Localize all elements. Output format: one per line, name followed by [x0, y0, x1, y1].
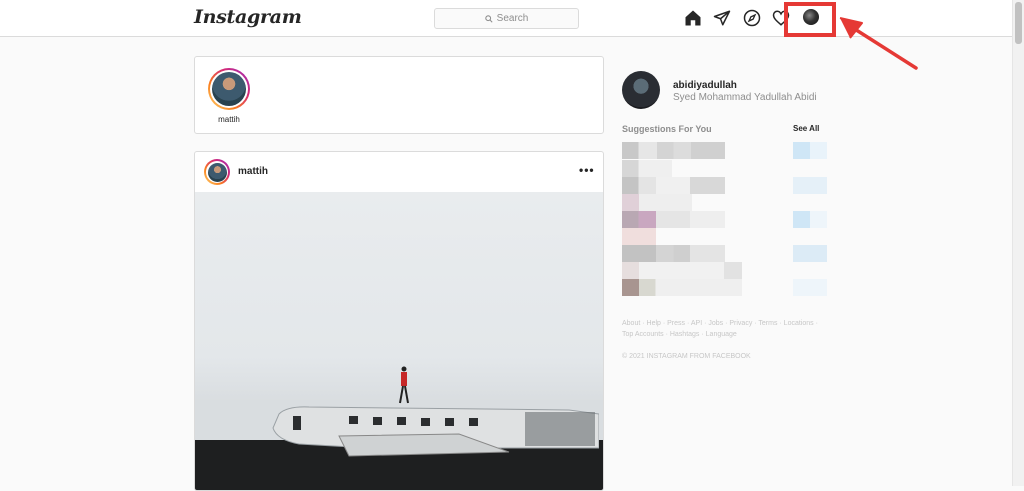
- copyright-text: © 2021 INSTAGRAM FROM FACEBOOK: [622, 353, 751, 360]
- post-username[interactable]: mattih: [238, 166, 268, 177]
- suggestions-title: Suggestions For You: [622, 124, 712, 134]
- story-username[interactable]: mattih: [205, 115, 253, 124]
- footer-links[interactable]: About · Help · Press · API · Jobs · Priv…: [622, 318, 822, 340]
- direct-icon[interactable]: [713, 9, 731, 27]
- follow-button[interactable]: [793, 279, 827, 296]
- suggestion-item: [622, 194, 692, 211]
- see-all-link[interactable]: See All: [793, 124, 819, 133]
- follow-button[interactable]: [793, 142, 827, 159]
- instagram-logo[interactable]: Instagram: [194, 6, 302, 28]
- current-user-avatar[interactable]: [622, 71, 660, 109]
- story-avatar[interactable]: [208, 68, 250, 110]
- follow-button[interactable]: [793, 245, 827, 262]
- page-scrollbar[interactable]: [1012, 0, 1024, 486]
- suggestion-item[interactable]: [622, 245, 725, 262]
- explore-icon[interactable]: [743, 9, 761, 27]
- pointer-arrow: [839, 17, 918, 70]
- current-user-username[interactable]: abidiyadullah: [673, 80, 737, 91]
- highlight-box: [784, 2, 836, 37]
- search-placeholder: Search: [496, 13, 529, 24]
- person-figure: [399, 366, 409, 404]
- post-avatar-image: [207, 162, 227, 182]
- stories-tray: mattih: [194, 56, 604, 134]
- suggestion-item: [622, 160, 672, 177]
- search-input[interactable]: Search: [434, 8, 579, 29]
- post-image[interactable]: [195, 192, 603, 490]
- follow-button[interactable]: [793, 211, 827, 228]
- post-header: mattih •••: [195, 152, 603, 193]
- home-icon[interactable]: [684, 9, 702, 27]
- suggestion-item: [622, 228, 656, 245]
- plane-wreck-image: [272, 406, 599, 457]
- suggestion-item[interactable]: [622, 142, 725, 159]
- story-avatar-image: [212, 72, 246, 106]
- search-icon: [484, 14, 493, 23]
- suggestion-item: [622, 262, 742, 279]
- suggestion-item[interactable]: [622, 211, 725, 228]
- suggestion-item[interactable]: [622, 279, 742, 296]
- current-user-fullname: Syed Mohammad Yadullah Abidi: [673, 92, 817, 103]
- feed-post: mattih •••: [194, 151, 604, 491]
- more-options-icon[interactable]: •••: [579, 163, 595, 177]
- scrollbar-thumb[interactable]: [1015, 2, 1022, 44]
- suggestion-item[interactable]: [622, 177, 725, 194]
- follow-button[interactable]: [793, 177, 827, 194]
- post-avatar[interactable]: [204, 159, 230, 185]
